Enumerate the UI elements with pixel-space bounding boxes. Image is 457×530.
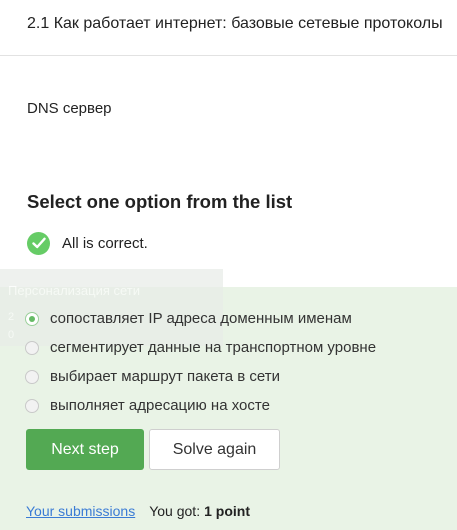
check-circle-icon — [27, 231, 50, 255]
status-text: All is correct. — [62, 234, 148, 252]
correct-status: All is correct. — [27, 231, 148, 255]
submission-footer: Your submissions You got: 1 point — [26, 503, 250, 519]
step-text: DNS сервер — [27, 100, 112, 117]
step-page: 2.1 Как работает интернет: базовые сетев… — [0, 0, 457, 530]
option-item[interactable]: сопоставляет IP адреса доменным именам — [25, 304, 376, 333]
option-item[interactable]: выполняет адресацию на хосте — [25, 391, 376, 420]
option-label[interactable]: сопоставляет IP адреса доменным именам — [50, 310, 352, 327]
option-item[interactable]: сегментирует данные на транспортном уров… — [25, 333, 376, 362]
faded-overlay-line: 0 — [8, 329, 15, 341]
faded-overlay-line: 2 — [8, 311, 15, 323]
options-list: сопоставляет IP адреса доменным именам с… — [25, 304, 376, 420]
radio-button-selected[interactable] — [25, 311, 39, 326]
quiz-title: Select one option from the list — [27, 191, 293, 212]
solve-again-button[interactable]: Solve again — [149, 429, 280, 470]
option-label[interactable]: выбирает маршрут пакета в сети — [50, 368, 280, 385]
option-item[interactable]: выбирает маршрут пакета в сети — [25, 362, 376, 391]
faded-overlay-title: Персонализация сети — [8, 283, 140, 298]
radio-button[interactable] — [25, 340, 39, 355]
radio-dot — [29, 315, 35, 322]
option-label[interactable]: выполняет адресацию на хосте — [50, 397, 270, 414]
lesson-title[interactable]: 2.1 Как работает интернет: базовые сетев… — [27, 15, 443, 33]
next-step-button[interactable]: Next step — [26, 429, 144, 470]
result-value: 1 point — [204, 503, 250, 519]
result-label: You got: — [149, 503, 201, 519]
lesson-header: 2.1 Как работает интернет: базовые сетев… — [0, 0, 457, 56]
radio-button[interactable] — [25, 369, 39, 384]
radio-button[interactable] — [25, 398, 39, 413]
option-label[interactable]: сегментирует данные на транспортном уров… — [50, 339, 376, 356]
your-submissions-link[interactable]: Your submissions — [26, 503, 135, 519]
